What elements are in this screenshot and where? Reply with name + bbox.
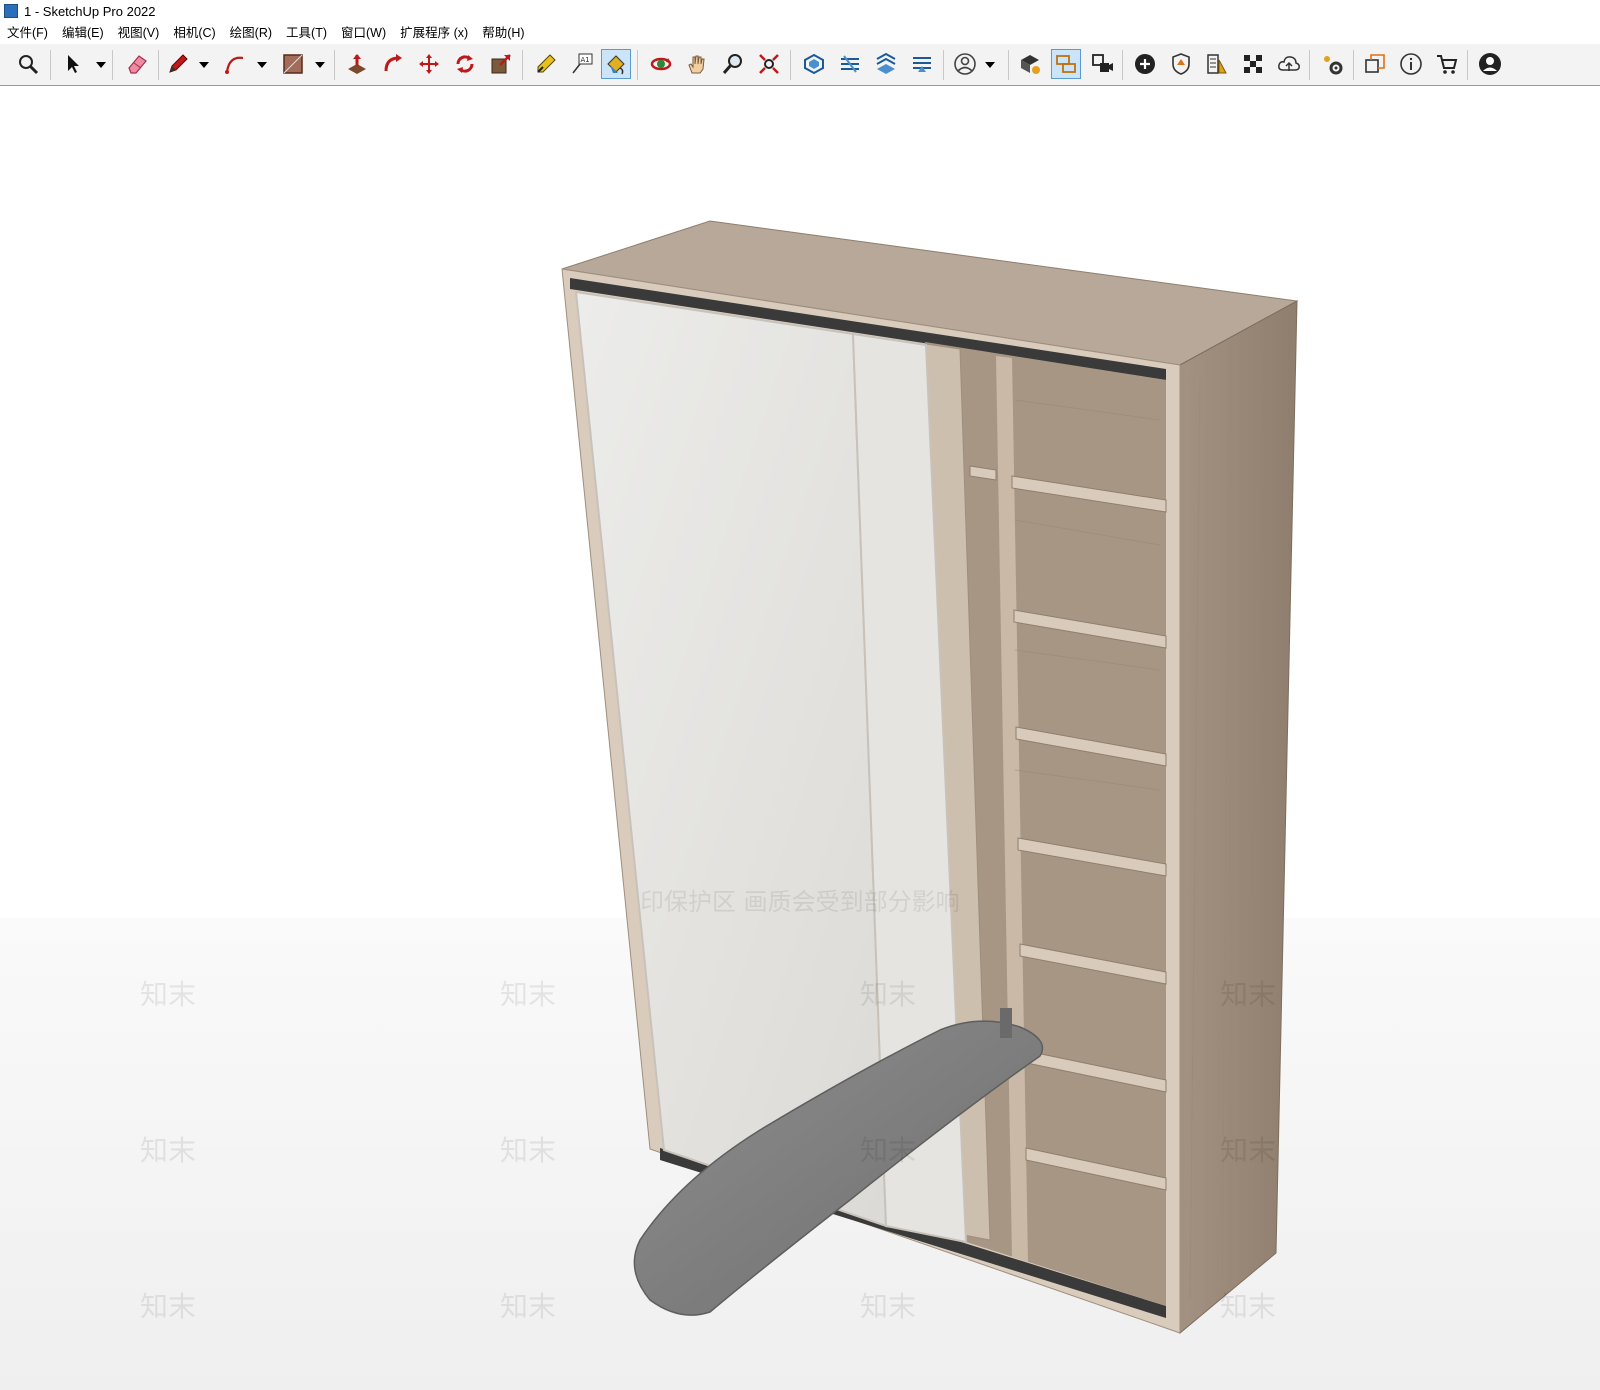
sandbox-smoove-icon[interactable] — [871, 49, 901, 79]
tape-measure-icon[interactable] — [531, 49, 561, 79]
settings-gears-icon[interactable] — [1317, 49, 1347, 79]
ironing-board-bracket — [1000, 1008, 1012, 1038]
toolbar-separator — [943, 50, 944, 80]
account-dropdown-icon[interactable] — [985, 62, 995, 68]
watermark: 知末 — [860, 1290, 916, 1323]
outliner-icon[interactable] — [1051, 49, 1081, 79]
cloud-icon[interactable] — [1274, 49, 1304, 79]
main-toolbar: A1 — [0, 44, 1600, 86]
rectangle-icon[interactable] — [278, 49, 308, 79]
warehouse-icon[interactable] — [1015, 49, 1045, 79]
toolbar-separator — [790, 50, 791, 80]
model-viewport[interactable]: 知末 知末 知末 知末 知末 知末 知末 知末 知末 知末 知末 知末 印保护区… — [0, 86, 1600, 1390]
components-icon[interactable] — [1360, 49, 1390, 79]
scenes-icon[interactable] — [1087, 49, 1117, 79]
add-location-icon[interactable] — [1130, 49, 1160, 79]
rectangle-dropdown-icon[interactable] — [315, 62, 325, 68]
toolbar-separator — [334, 50, 335, 80]
pencil-line-icon[interactable] — [163, 49, 193, 79]
menu-draw[interactable]: 绘图(R) — [223, 22, 279, 44]
follow-me-icon[interactable] — [378, 49, 408, 79]
watermark: 知末 — [1220, 1290, 1276, 1323]
text-label-icon[interactable]: A1 — [567, 49, 597, 79]
rotate-icon[interactable] — [450, 49, 480, 79]
select-dropdown-icon[interactable] — [96, 62, 106, 68]
select-arrow-icon[interactable] — [58, 49, 88, 79]
cart-icon[interactable] — [1432, 49, 1462, 79]
sketchup-app-icon — [4, 4, 18, 18]
menu-edit[interactable]: 编辑(E) — [55, 22, 111, 44]
toolbar-separator — [1122, 50, 1123, 80]
watermark: 知末 — [500, 1134, 556, 1167]
menu-window[interactable]: 窗口(W) — [334, 22, 393, 44]
toolbar-separator — [1353, 50, 1354, 80]
toolbar-separator — [1008, 50, 1009, 80]
watermark: 知末 — [1220, 978, 1276, 1011]
shield-icon[interactable] — [1166, 49, 1196, 79]
move-icon[interactable] — [414, 49, 444, 79]
toolbar-separator — [1467, 50, 1468, 80]
watermark: 知末 — [1220, 1134, 1276, 1167]
menu-extensions[interactable]: 扩展程序 (x) — [393, 22, 475, 44]
menu-tools[interactable]: 工具(T) — [279, 22, 334, 44]
watermark: 知末 — [140, 1290, 196, 1323]
wardrobe-model: 知末 知末 知末 知末 知末 知末 知末 知末 知末 知末 知末 知末 印保护区… — [140, 220, 1299, 1335]
zoom-extents-icon[interactable] — [754, 49, 784, 79]
toolbar-separator — [112, 50, 113, 80]
watermark: 知末 — [860, 1134, 916, 1167]
styles-icon[interactable] — [1202, 49, 1232, 79]
menu-view[interactable]: 视图(V) — [111, 22, 167, 44]
sandbox-from-contours-icon[interactable] — [799, 49, 829, 79]
user-account-icon[interactable] — [950, 49, 980, 79]
toolbar-separator — [158, 50, 159, 80]
materials-icon[interactable] — [1238, 49, 1268, 79]
sandbox-from-scratch-icon[interactable] — [835, 49, 865, 79]
watermark: 知末 — [500, 978, 556, 1011]
orbit-icon[interactable] — [646, 49, 676, 79]
svg-text:A1: A1 — [581, 56, 590, 64]
watermark: 知末 — [140, 978, 196, 1011]
watermark: 知末 — [860, 978, 916, 1011]
menu-help[interactable]: 帮助(H) — [475, 22, 531, 44]
zoom-icon[interactable] — [13, 49, 43, 79]
watermark: 知末 — [500, 1290, 556, 1323]
eraser-icon[interactable] — [122, 49, 152, 79]
toolbar-separator — [522, 50, 523, 80]
watermark: 知末 — [140, 1134, 196, 1167]
watermark-banner: 印保护区 画质会受到部分影响 — [640, 888, 960, 916]
scale-icon[interactable] — [486, 49, 516, 79]
toolbar-separator — [50, 50, 51, 80]
pan-hand-icon[interactable] — [682, 49, 712, 79]
push-pull-icon[interactable] — [342, 49, 372, 79]
arc-icon[interactable] — [220, 49, 250, 79]
toolbar-separator — [1309, 50, 1310, 80]
sandbox-stamp-icon[interactable] — [907, 49, 937, 79]
profile-icon[interactable] — [1475, 49, 1505, 79]
menu-camera[interactable]: 相机(C) — [166, 22, 222, 44]
arc-dropdown-icon[interactable] — [257, 62, 267, 68]
zoom-magnifier-icon[interactable] — [718, 49, 748, 79]
info-icon[interactable] — [1396, 49, 1426, 79]
toolbar-separator — [637, 50, 638, 80]
line-dropdown-icon[interactable] — [199, 62, 209, 68]
cabinet-right-side — [1179, 300, 1298, 1335]
title-bar: 1 - SketchUp Pro 2022 — [0, 0, 1600, 22]
menu-bar: 文件(F) 编辑(E) 视图(V) 相机(C) 绘图(R) 工具(T) 窗口(W… — [0, 22, 1600, 44]
menu-file[interactable]: 文件(F) — [0, 22, 55, 44]
paint-bucket-icon[interactable] — [601, 49, 631, 79]
window-title: 1 - SketchUp Pro 2022 — [24, 3, 156, 19]
